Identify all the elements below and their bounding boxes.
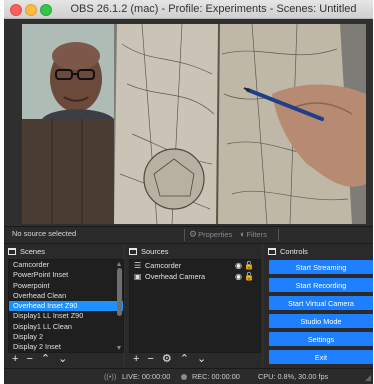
- scene-item[interactable]: Overhead Clean: [9, 291, 123, 301]
- add-scene-button[interactable]: +: [12, 351, 18, 367]
- record-status-icon: [181, 374, 187, 380]
- lock-icon[interactable]: 🔓: [244, 271, 254, 282]
- maximize-window-button[interactable]: [40, 4, 52, 16]
- scene-item[interactable]: Display1 LL Inset Z90: [9, 311, 123, 321]
- dock-window-icon: [268, 247, 276, 255]
- scroll-down-icon[interactable]: [117, 346, 121, 350]
- obs-window: OBS 26.1.2 (mac) - Profile: Experiments …: [4, 0, 373, 384]
- add-source-button[interactable]: +: [133, 351, 139, 367]
- context-divider: [184, 229, 185, 241]
- source-label: Overhead Camera: [145, 272, 206, 281]
- sources-title: Sources: [141, 246, 169, 256]
- studio-mode-button[interactable]: Studio Mode: [269, 314, 373, 328]
- cpu-fps-readout: CPU: 0.8%, 30.00 fps: [258, 372, 329, 381]
- sources-dock-header: Sources: [125, 244, 262, 258]
- scene-item[interactable]: Camcorder: [9, 260, 123, 270]
- gear-icon: ⚙: [189, 229, 198, 239]
- broadcast-icon: ((•)): [104, 372, 117, 381]
- start-virtual-camera-button[interactable]: Start Virtual Camera: [269, 296, 373, 310]
- context-bar: No source selected ⚙Properties ◐Filters: [4, 226, 373, 244]
- source-item[interactable]: ▣ Overhead Camera ◉ 🔓: [130, 271, 260, 282]
- visibility-eye-icon[interactable]: ◉: [235, 260, 242, 271]
- settings-button[interactable]: Settings: [269, 332, 373, 346]
- scenes-dock: Scenes Camcorder PowerPoint Inset Powerp…: [4, 244, 124, 368]
- scene-item[interactable]: Powerpoint: [9, 281, 123, 291]
- properties-button[interactable]: ⚙Properties: [189, 229, 232, 240]
- camera-icon: ☰: [134, 261, 142, 270]
- move-source-up-button[interactable]: ⌃: [180, 351, 189, 367]
- sources-list[interactable]: ☰ Camcorder ◉ 🔓 ▣ Overhead Camera ◉ 🔓: [129, 259, 261, 353]
- scene-item-selected[interactable]: Overhead Inset Z90: [9, 301, 123, 312]
- move-source-down-button[interactable]: ⌄: [197, 351, 206, 367]
- sources-dock: Sources ☰ Camcorder ◉ 🔓 ▣ Overhead Camer…: [125, 244, 262, 368]
- remove-source-button[interactable]: −: [147, 351, 153, 367]
- preview-image: [22, 24, 366, 224]
- source-label: Camcorder: [145, 261, 182, 270]
- scene-item[interactable]: Display 2: [9, 332, 123, 342]
- filter-icon: ◐: [240, 229, 246, 239]
- controls-title: Controls: [280, 246, 308, 256]
- filters-button[interactable]: ◐Filters: [240, 229, 267, 239]
- move-scene-down-button[interactable]: ⌄: [58, 351, 67, 367]
- scenes-toolbar: + − ⌃ ⌄: [8, 351, 67, 367]
- preview-canvas[interactable]: [22, 24, 366, 224]
- live-timer: LIVE: 00:00:00: [122, 372, 171, 381]
- exit-button[interactable]: Exit: [269, 350, 373, 364]
- scenes-title: Scenes: [20, 246, 46, 256]
- scene-item[interactable]: Display1 LL Clean: [9, 322, 123, 332]
- resize-grip-icon[interactable]: ◢: [365, 373, 371, 382]
- controls-dock-header: Controls: [264, 244, 373, 258]
- scene-item[interactable]: PowerPoint Inset: [9, 270, 123, 280]
- context-divider: [278, 229, 279, 241]
- source-properties-gear-icon[interactable]: ⚙: [162, 351, 172, 367]
- dock-window-icon: [8, 247, 16, 255]
- scenes-dock-header: Scenes: [4, 244, 123, 258]
- camera-icon: ▣: [134, 272, 142, 281]
- sources-toolbar: + − ⚙ ⌃ ⌄: [129, 351, 206, 367]
- close-window-button[interactable]: [10, 4, 22, 16]
- filters-label: Filters: [246, 230, 267, 239]
- minimize-window-button[interactable]: [25, 4, 37, 16]
- scroll-up-icon[interactable]: [117, 262, 121, 266]
- visibility-eye-icon[interactable]: ◉: [235, 271, 242, 282]
- title-bar: OBS 26.1.2 (mac) - Profile: Experiments …: [4, 0, 373, 19]
- remove-scene-button[interactable]: −: [26, 351, 32, 367]
- rec-timer: REC: 00:00:00: [192, 372, 240, 381]
- lock-icon[interactable]: 🔓: [244, 260, 254, 271]
- dock-window-icon: [129, 247, 137, 255]
- controls-dock: Controls Start Streaming Start Recording…: [264, 244, 373, 368]
- selected-source-label: No source selected: [12, 229, 77, 238]
- move-scene-up-button[interactable]: ⌃: [41, 351, 50, 367]
- start-recording-button[interactable]: Start Recording: [269, 278, 373, 292]
- scenes-list[interactable]: Camcorder PowerPoint Inset Powerpoint Ov…: [8, 259, 124, 353]
- scroll-thumb[interactable]: [117, 268, 122, 316]
- source-item[interactable]: ☰ Camcorder ◉ 🔓: [130, 260, 260, 271]
- status-bar: ((•)) LIVE: 00:00:00 REC: 00:00:00 CPU: …: [4, 368, 373, 384]
- window-title: OBS 26.1.2 (mac) - Profile: Experiments …: [70, 3, 357, 15]
- start-streaming-button[interactable]: Start Streaming: [269, 260, 373, 274]
- scenes-scrollbar[interactable]: [117, 262, 122, 350]
- properties-label: Properties: [198, 230, 233, 239]
